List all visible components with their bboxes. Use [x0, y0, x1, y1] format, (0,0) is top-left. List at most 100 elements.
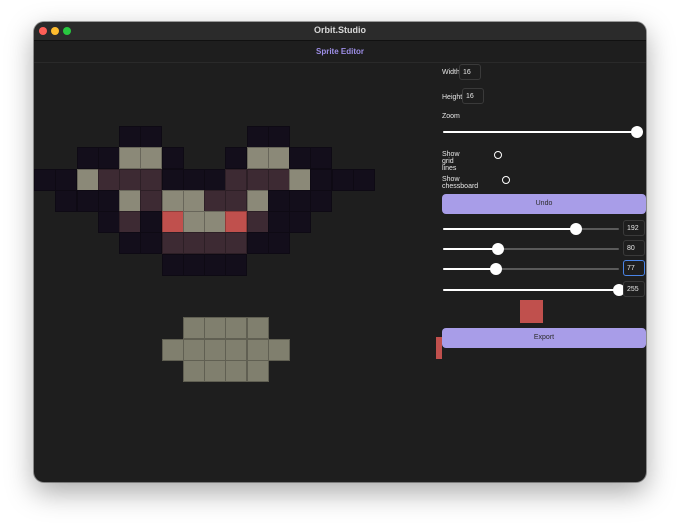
- sprite-pixel-dark[interactable]: [267, 232, 290, 255]
- sprite-pixel-mauve[interactable]: [225, 232, 248, 255]
- sprite-pixel-gray[interactable]: [119, 189, 141, 212]
- zoom-slider[interactable]: [443, 126, 643, 138]
- sprite-pixel-mauve[interactable]: [204, 232, 226, 255]
- blue-value-input[interactable]: 77: [623, 260, 645, 276]
- sprite-pixel-dark[interactable]: [55, 189, 78, 212]
- sprite-pixel-gray[interactable]: [289, 168, 311, 191]
- sprite-pixel-dark[interactable]: [161, 168, 184, 191]
- export-button[interactable]: Export: [442, 328, 646, 348]
- blue-slider-thumb[interactable]: [490, 263, 503, 275]
- sprite-pixel-dark[interactable]: [289, 189, 311, 212]
- sprite-pixel-dark[interactable]: [97, 147, 120, 170]
- sprite-pixel-dark[interactable]: [289, 147, 311, 170]
- sprite-pixel-mauve[interactable]: [140, 168, 163, 191]
- sprite-pixel-gray[interactable]: [119, 147, 141, 170]
- sprite-pixel-mauve[interactable]: [182, 232, 205, 255]
- red-slider[interactable]: [443, 223, 619, 235]
- sprite-pixel-dark[interactable]: [246, 232, 269, 255]
- sprite-pixel-red[interactable]: [225, 211, 248, 233]
- sprite-pixel-dark[interactable]: [140, 126, 163, 148]
- sprite-pixel-taupe[interactable]: [204, 359, 226, 382]
- sprite-pixel-taupe[interactable]: [182, 359, 205, 382]
- sprite-pixel-dark[interactable]: [161, 147, 184, 170]
- sprite-pixel-gray[interactable]: [267, 147, 290, 170]
- sprite-pixel-dark[interactable]: [34, 168, 56, 191]
- sprite-pixel-mauve[interactable]: [161, 232, 184, 255]
- sprite-pixel-gray[interactable]: [246, 147, 269, 170]
- sprite-pixel-dark[interactable]: [225, 253, 248, 276]
- green-value-input[interactable]: 80: [623, 240, 645, 256]
- sprite-pixel-dark[interactable]: [204, 168, 226, 191]
- sprite-pixel-mauve[interactable]: [225, 189, 248, 212]
- sprite-pixel-dark[interactable]: [182, 168, 205, 191]
- sprite-pixel-dark[interactable]: [246, 126, 269, 148]
- sprite-pixel-mauve[interactable]: [140, 189, 163, 212]
- sprite-pixel-mauve[interactable]: [246, 211, 269, 233]
- sprite-pixel-dark[interactable]: [97, 189, 120, 212]
- sprite-pixel-taupe[interactable]: [246, 359, 269, 382]
- green-slider[interactable]: [443, 243, 619, 255]
- sprite-pixel-dark[interactable]: [310, 168, 333, 191]
- sprite-pixel-dark[interactable]: [76, 189, 99, 212]
- sprite-pixel-gray[interactable]: [246, 189, 269, 212]
- sprite-pixel-mauve[interactable]: [267, 168, 290, 191]
- sprite-pixel-dark[interactable]: [140, 211, 163, 233]
- sprite-pixel-taupe[interactable]: [204, 317, 226, 340]
- show-grid-toggle[interactable]: [494, 151, 502, 159]
- sprite-pixel-dark[interactable]: [161, 253, 184, 276]
- show-chessboard-toggle[interactable]: [502, 176, 510, 184]
- sprite-pixel-gray[interactable]: [182, 189, 205, 212]
- sprite-pixel-gray[interactable]: [76, 168, 99, 191]
- red-slider-thumb[interactable]: [569, 223, 582, 235]
- zoom-slider-thumb[interactable]: [631, 126, 643, 138]
- sprite-pixel-dark[interactable]: [204, 253, 226, 276]
- sprite-pixel-dark[interactable]: [119, 232, 141, 255]
- sprite-pixel-taupe[interactable]: [225, 317, 248, 340]
- sprite-pixel-taupe[interactable]: [246, 317, 269, 340]
- sprite-pixel-dark[interactable]: [119, 126, 141, 148]
- sprite-pixel-dark[interactable]: [182, 253, 205, 276]
- sprite-pixel-taupe[interactable]: [182, 317, 205, 340]
- height-input[interactable]: 16: [462, 88, 484, 104]
- sprite-pixel-taupe[interactable]: [267, 338, 290, 361]
- undo-button[interactable]: Undo: [442, 194, 646, 214]
- sprite-pixel-dark[interactable]: [76, 147, 99, 170]
- sprite-pixel-red[interactable]: [161, 211, 184, 233]
- red-value-input[interactable]: 192: [623, 220, 645, 236]
- sprite-pixel-gray[interactable]: [140, 147, 163, 170]
- sprite-pixel-dark[interactable]: [267, 211, 290, 233]
- sprite-pixel-dark[interactable]: [289, 211, 311, 233]
- sprite-pixel-dark[interactable]: [352, 168, 375, 191]
- sprite-pixel-dark[interactable]: [310, 147, 333, 170]
- sprite-pixel-dark[interactable]: [140, 232, 163, 255]
- alpha-slider[interactable]: [443, 284, 625, 296]
- sprite-pixel-mauve[interactable]: [204, 189, 226, 212]
- sprite-pixel-gray[interactable]: [204, 211, 226, 233]
- alpha-value-input[interactable]: 255: [623, 281, 645, 297]
- sprite-pixel-taupe[interactable]: [225, 338, 248, 361]
- sprite-pixel-mauve[interactable]: [97, 168, 120, 191]
- sprite-pixel-mauve[interactable]: [119, 211, 141, 233]
- sprite-pixel-dark[interactable]: [310, 189, 333, 212]
- sprite-pixel-taupe[interactable]: [246, 338, 269, 361]
- sprite-pixel-dark[interactable]: [97, 211, 120, 233]
- sprite-pixel-taupe[interactable]: [161, 338, 184, 361]
- width-input[interactable]: 16: [459, 64, 481, 80]
- sprite-pixel-dark[interactable]: [225, 147, 248, 170]
- sprite-pixel-dark[interactable]: [331, 168, 354, 191]
- sprite-pixel-mauve[interactable]: [246, 168, 269, 191]
- sprite-pixel-mauve[interactable]: [119, 168, 141, 191]
- sprite-pixel-taupe[interactable]: [204, 338, 226, 361]
- sprite-pixel-gray[interactable]: [161, 189, 184, 212]
- sprite-pixel-dark[interactable]: [55, 168, 78, 191]
- sprite-canvas[interactable]: [34, 63, 434, 482]
- sprite-pixel-taupe[interactable]: [225, 359, 248, 382]
- sprite-pixel-dark[interactable]: [267, 126, 290, 148]
- sprite-pixel-mauve[interactable]: [225, 168, 248, 191]
- green-slider-thumb[interactable]: [492, 243, 505, 255]
- sprite-pixel-gray[interactable]: [182, 211, 205, 233]
- sprite-pixel-taupe[interactable]: [182, 338, 205, 361]
- blue-slider[interactable]: [443, 263, 619, 275]
- zoom-slider-fill: [443, 131, 637, 133]
- sprite-pixel-dark[interactable]: [267, 189, 290, 212]
